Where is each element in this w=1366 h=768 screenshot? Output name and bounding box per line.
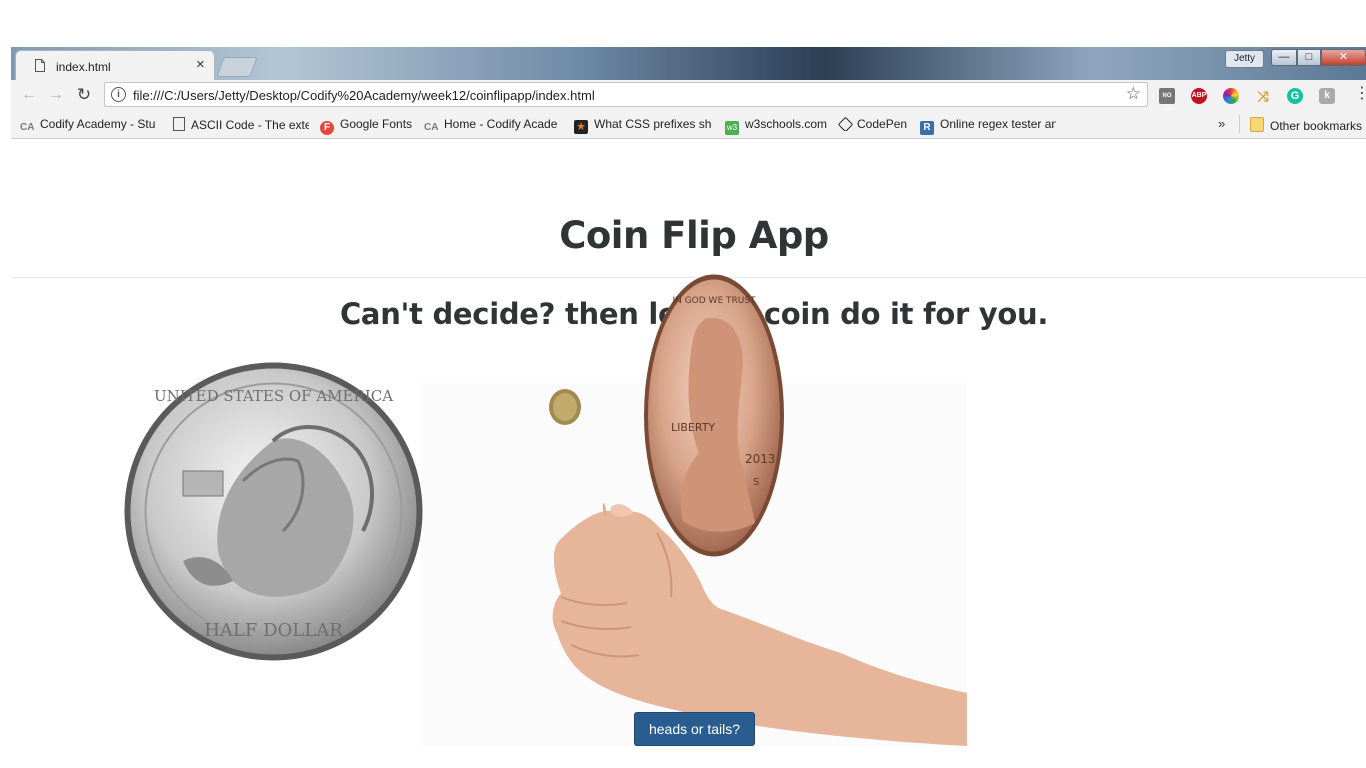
- other-bookmarks[interactable]: Other bookmarks: [1250, 117, 1366, 133]
- grammarly-icon[interactable]: G: [1287, 88, 1303, 104]
- bookmarks-bar: CA Codify Academy - Stu ASCII Code - The …: [11, 110, 1366, 139]
- regex-icon: R: [920, 121, 934, 135]
- adblock-plus-icon[interactable]: ABP: [1191, 88, 1207, 104]
- svg-text:HALF DOLLAR: HALF DOLLAR: [204, 620, 343, 641]
- w3schools-icon: w3: [725, 121, 739, 135]
- forward-arrow-icon[interactable]: →: [46, 85, 66, 105]
- svg-text:S: S: [753, 477, 759, 488]
- svg-text:UNITED STATES OF AMERICA: UNITED STATES OF AMERICA: [154, 387, 393, 405]
- pin-icon[interactable]: ⤨: [1255, 88, 1271, 104]
- bookmark-item[interactable]: CA Home - Codify Acade: [424, 117, 561, 135]
- svg-text:IN GOD WE TRUST: IN GOD WE TRUST: [672, 296, 756, 306]
- title-bar: index.html × Jetty — □ ✕: [11, 47, 1366, 80]
- ca-icon: CA: [424, 122, 439, 133]
- svg-text:2013: 2013: [745, 452, 776, 466]
- document-icon: [35, 59, 45, 72]
- new-tab-button[interactable]: [216, 57, 258, 77]
- k-icon[interactable]: k: [1319, 88, 1335, 104]
- browser-toolbar: ← → ↻ i file:///C:/Users/Jetty/Desktop/C…: [11, 80, 1366, 115]
- heads-or-tails-button[interactable]: heads or tails?: [634, 712, 755, 746]
- bookmarks-divider: [1239, 115, 1240, 133]
- bookmark-item[interactable]: CodePen: [838, 117, 918, 131]
- bookmark-item[interactable]: CA Codify Academy - Stu: [20, 117, 160, 135]
- svg-text:LIBERTY: LIBERTY: [671, 421, 715, 434]
- browser-window: index.html × Jetty — □ ✕ ← → ↻ i file://…: [11, 47, 1366, 139]
- minimize-button[interactable]: —: [1271, 49, 1297, 66]
- back-arrow-icon[interactable]: ←: [19, 85, 39, 105]
- close-window-button[interactable]: ✕: [1321, 49, 1366, 66]
- browser-tab[interactable]: index.html ×: [15, 50, 215, 80]
- tab-close-icon[interactable]: ×: [196, 56, 205, 73]
- url-text[interactable]: file:///C:/Users/Jetty/Desktop/Codify%20…: [133, 88, 595, 103]
- address-bar[interactable]: i file:///C:/Users/Jetty/Desktop/Codify%…: [104, 82, 1148, 107]
- ca-icon: CA: [20, 122, 35, 133]
- penny-coin-image: LIBERTY 2013 S IN GOD WE TRUST: [644, 274, 784, 557]
- bookmark-item[interactable]: F Google Fonts: [320, 117, 416, 135]
- google-fonts-icon: F: [320, 121, 334, 135]
- bookmark-item[interactable]: R Online regex tester an: [920, 117, 1056, 135]
- folder-icon: [1250, 117, 1264, 132]
- bookmark-star-icon[interactable]: ☆: [1126, 84, 1141, 104]
- info-icon[interactable]: i: [111, 87, 126, 102]
- color-picker-icon[interactable]: [1223, 88, 1239, 104]
- page-title: Coin Flip App: [559, 214, 829, 257]
- bookmark-item[interactable]: w3 w3schools.com: [725, 117, 829, 135]
- star-icon: ★: [574, 120, 588, 134]
- no-ads-icon[interactable]: NO ADS: [1159, 88, 1175, 115]
- half-dollar-coin-image: UNITED STATES OF AMERICA HALF DOLLAR: [124, 362, 423, 661]
- tab-title: index.html: [56, 60, 111, 74]
- reload-icon[interactable]: ↻: [74, 85, 94, 105]
- bookmark-item[interactable]: ★ What CSS prefixes sho: [574, 117, 712, 134]
- document-icon: [173, 117, 185, 131]
- profile-button[interactable]: Jetty: [1225, 50, 1264, 68]
- bookmark-item[interactable]: ASCII Code - The exte: [173, 117, 309, 132]
- codepen-icon: [838, 117, 854, 131]
- bookmarks-overflow-icon[interactable]: »: [1218, 116, 1225, 131]
- maximize-button[interactable]: □: [1297, 49, 1321, 66]
- menu-icon[interactable]: ⋮: [1354, 86, 1366, 102]
